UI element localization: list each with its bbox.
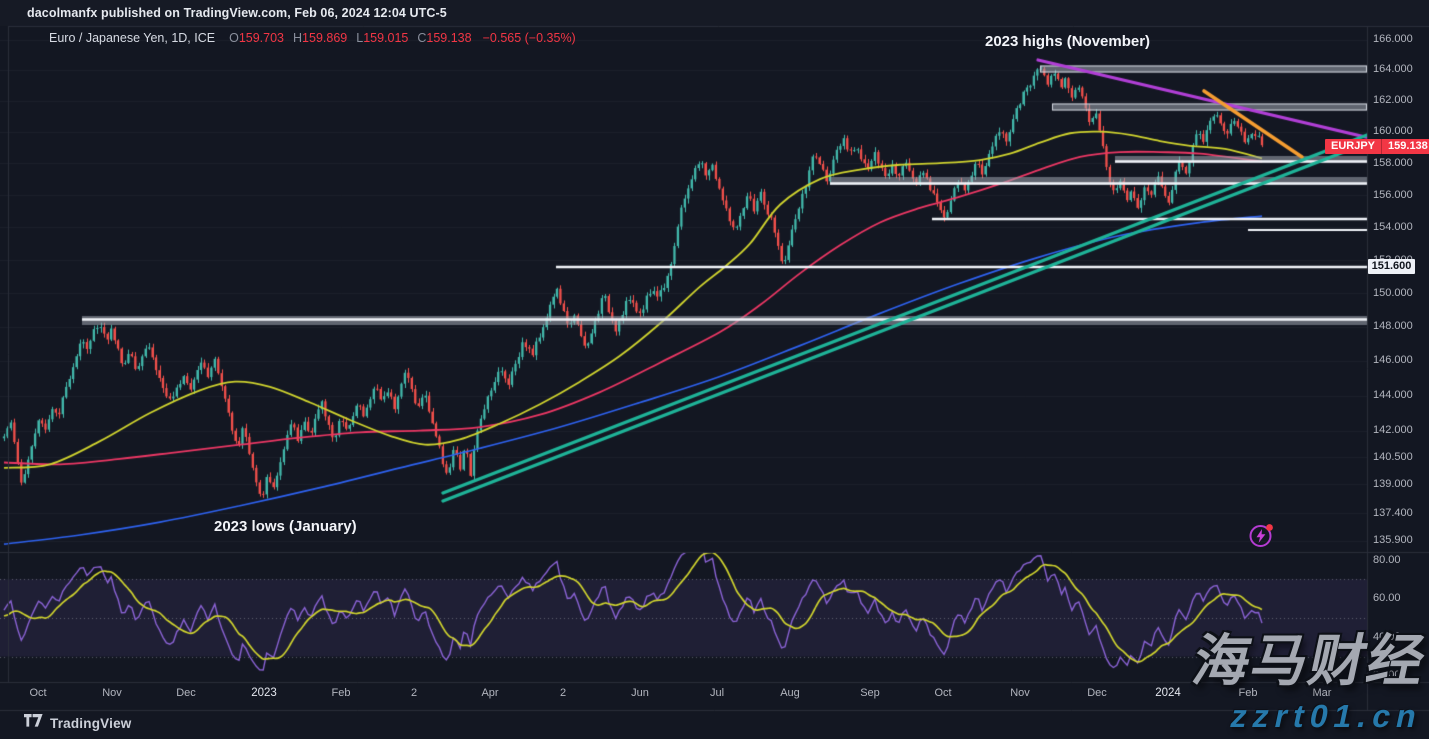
badge-price-value: 159.138: [1382, 139, 1429, 154]
price-tick: 142.000: [1373, 424, 1413, 436]
last-price-badge: EURJPY 159.138: [1325, 139, 1429, 154]
badge-symbol-label: EURJPY: [1325, 139, 1382, 154]
ohlc-close: C159.138: [417, 31, 471, 45]
time-tick: Oct: [934, 687, 951, 699]
ohlc-open: O159.703: [229, 31, 284, 45]
time-tick: Oct: [29, 687, 46, 699]
price-tick: 144.000: [1373, 389, 1413, 401]
time-tick: Aug: [780, 687, 800, 699]
price-tick: 139.000: [1373, 478, 1413, 490]
price-tick: 154.000: [1373, 221, 1413, 233]
watermark-domain: zzrt01.cn: [1156, 699, 1425, 734]
time-tick: Dec: [176, 687, 196, 699]
lightning-bolt-icon[interactable]: [1247, 521, 1275, 549]
annotation-2023-highs[interactable]: 2023 highs (November): [985, 33, 1150, 50]
time-tick: Dec: [1087, 687, 1107, 699]
price-tick: 150.000: [1373, 287, 1413, 299]
footer-brand[interactable]: TradingView: [24, 714, 131, 732]
level-price-badge: 151.600: [1368, 259, 1415, 274]
change-value: −0.565 (−0.35%): [483, 31, 576, 45]
rsi-tick: 60.00: [1373, 592, 1401, 604]
time-tick: Jul: [710, 687, 724, 699]
time-tick: 2: [560, 687, 566, 699]
rsi-tick: 80.00: [1373, 554, 1401, 566]
annotation-2023-lows[interactable]: 2023 lows (January): [214, 518, 357, 535]
price-tick: 158.000: [1373, 157, 1413, 169]
time-tick: Nov: [102, 687, 122, 699]
time-tick: Jun: [631, 687, 649, 699]
time-tick: Sep: [860, 687, 880, 699]
symbol-legend[interactable]: Euro / Japanese Yen, 1D, ICE O159.703 H1…: [49, 31, 576, 45]
price-tick: 140.500: [1373, 451, 1413, 463]
tradingview-logo-icon: [24, 714, 43, 732]
tradingview-brand-label: TradingView: [50, 716, 131, 731]
price-tick: 148.000: [1373, 320, 1413, 332]
price-tick: 160.000: [1373, 125, 1413, 137]
watermark-cjk: 海马财经: [1144, 633, 1429, 689]
price-tick: 135.900: [1373, 534, 1413, 546]
price-tick: 166.000: [1373, 33, 1413, 45]
symbol-title: Euro / Japanese Yen, 1D, ICE: [49, 31, 215, 45]
price-tick: 137.400: [1373, 507, 1413, 519]
tradingview-published-chart: { "header": { "publish_line": "dacolmanf…: [0, 0, 1429, 739]
publish-info: dacolmanfx published on TradingView.com,…: [27, 6, 447, 20]
price-tick: 146.000: [1373, 354, 1413, 366]
price-tick: 156.000: [1373, 189, 1413, 201]
time-tick: 2023: [251, 687, 277, 699]
ohlc-low: L159.015: [356, 31, 408, 45]
price-tick: 162.000: [1373, 94, 1413, 106]
time-tick: Nov: [1010, 687, 1030, 699]
time-tick: Feb: [332, 687, 351, 699]
time-tick: Apr: [481, 687, 498, 699]
time-tick: 2: [411, 687, 417, 699]
price-tick: 164.000: [1373, 63, 1413, 75]
ohlc-high: H159.869: [293, 31, 347, 45]
